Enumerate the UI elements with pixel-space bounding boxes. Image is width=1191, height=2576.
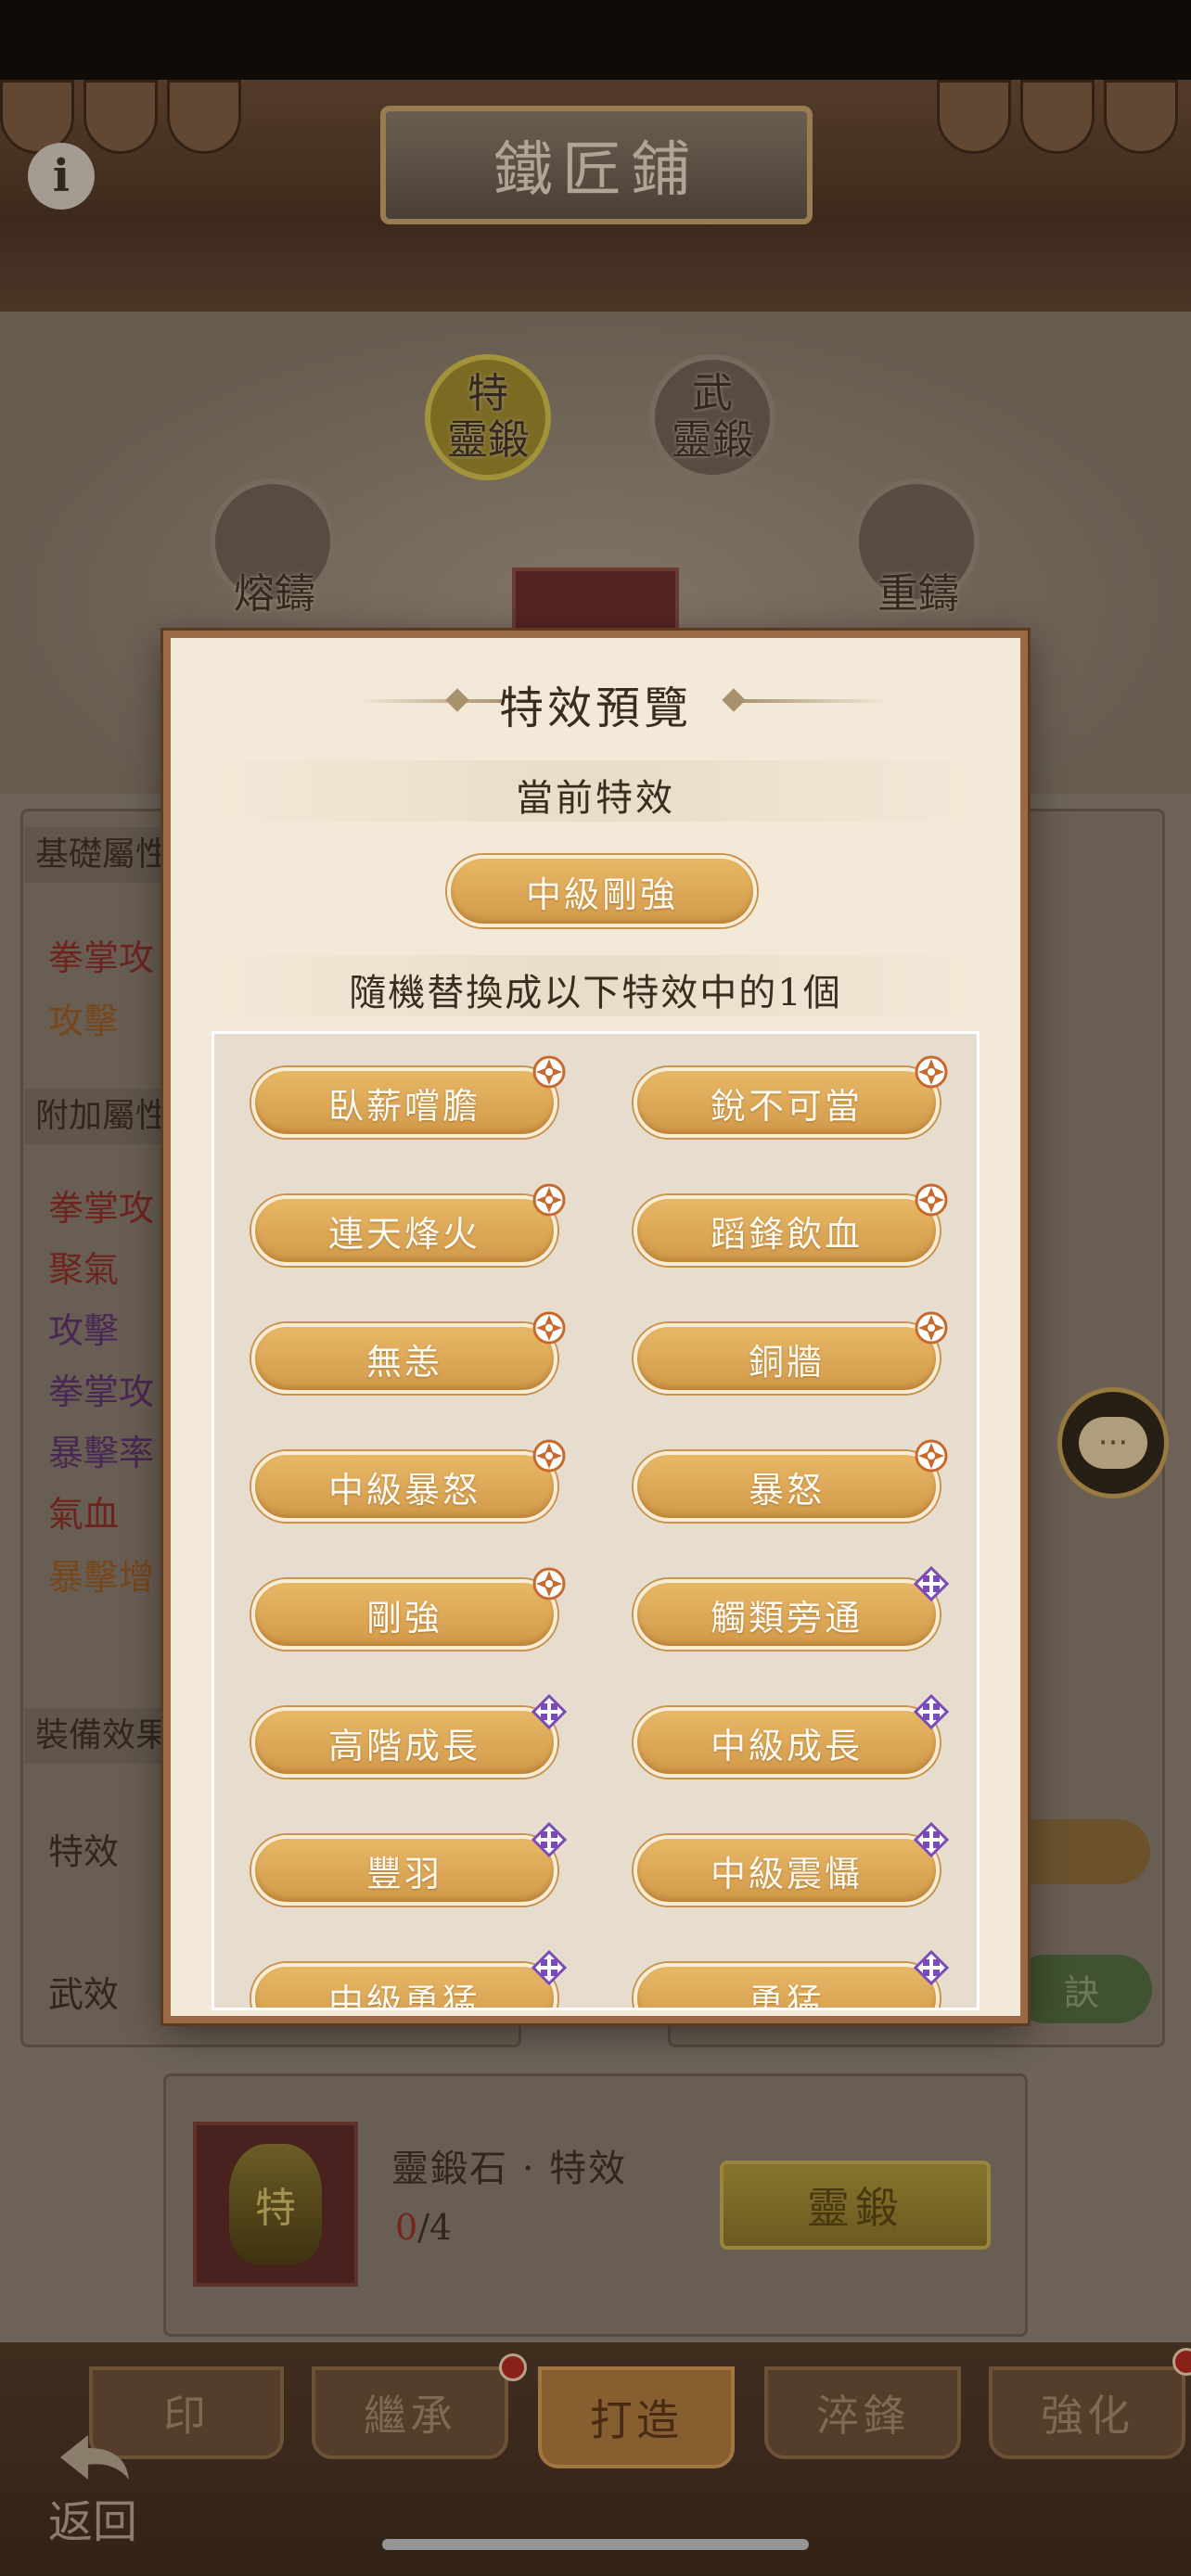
purple-rarity-icon <box>914 1950 949 1985</box>
effect-list-item[interactable]: 中級暴怒 <box>251 1439 566 1522</box>
effect-pill-label: 暴怒 <box>634 1451 940 1522</box>
orange-rarity-icon <box>532 1311 566 1345</box>
effect-list-item[interactable]: 連天烽火 <box>251 1183 566 1266</box>
purple-rarity-icon <box>914 1566 949 1601</box>
effect-pill-label: 銳不可當 <box>634 1067 940 1138</box>
orange-rarity-icon <box>915 1055 948 1089</box>
effect-pill-label: 勇猛 <box>634 1963 940 2008</box>
effect-pill-label: 銅牆 <box>634 1323 940 1394</box>
effect-pill-label: 高階成長 <box>251 1707 557 1778</box>
effect-list-item[interactable]: 中級震懾 <box>634 1822 949 1906</box>
effect-pill-label: 中級成長 <box>634 1707 940 1778</box>
title-ornament-right <box>738 699 887 703</box>
effect-list-item[interactable]: 觸類旁通 <box>634 1566 949 1650</box>
effect-pill-label: 臥薪嚐膽 <box>251 1067 557 1138</box>
purple-rarity-icon <box>531 1822 567 1857</box>
orange-rarity-icon <box>532 1183 566 1217</box>
effect-list-item[interactable]: 中級成長 <box>634 1694 949 1778</box>
orange-rarity-icon <box>915 1183 948 1217</box>
effect-list-item[interactable]: 銅牆 <box>634 1311 948 1394</box>
effect-pill-label: 中級勇猛 <box>251 1963 557 2008</box>
orange-rarity-icon <box>915 1439 948 1473</box>
effect-pill-label: 無恙 <box>251 1323 557 1394</box>
effect-pill-label: 蹈鋒飲血 <box>634 1195 940 1266</box>
effect-preview-dialog: 特效預覽 當前特效 中級剛強 隨機替換成以下特效中的1個 臥薪嚐膽 銳不可當連天烽… <box>163 631 1028 2023</box>
random-replace-heading: 隨機替換成以下特效中的1個 <box>349 972 842 1014</box>
effect-list-item[interactable]: 暴怒 <box>634 1439 948 1522</box>
purple-rarity-icon <box>914 1822 949 1857</box>
orange-rarity-icon <box>532 1055 566 1089</box>
orange-rarity-icon <box>915 1311 948 1345</box>
effect-pill-label: 中級暴怒 <box>251 1451 557 1522</box>
effect-pill-label: 中級震懾 <box>634 1835 940 1906</box>
effect-pill-label: 觸類旁通 <box>634 1579 940 1650</box>
purple-rarity-icon <box>531 1950 567 1985</box>
effect-list-item[interactable]: 剛強 <box>251 1567 566 1650</box>
effect-list-item[interactable]: 高階成長 <box>251 1694 567 1778</box>
orange-rarity-icon <box>532 1567 566 1600</box>
effect-list-item[interactable]: 中級勇猛 <box>251 1950 567 2008</box>
dialog-title: 特效預覽 <box>498 682 692 734</box>
effect-list-item[interactable]: 銳不可當 <box>634 1055 948 1138</box>
current-effect-heading: 當前特效 <box>516 777 675 820</box>
effect-list[interactable]: 臥薪嚐膽 銳不可當連天烽火 蹈鋒飲血無恙 銅牆中級暴怒 暴怒剛強 觸類旁通高階成長 中級成長… <box>211 1031 980 2010</box>
effect-pill-label: 連天烽火 <box>251 1195 557 1266</box>
purple-rarity-icon <box>531 1694 567 1729</box>
effect-pill-label: 剛強 <box>251 1579 557 1650</box>
purple-rarity-icon <box>914 1694 949 1729</box>
effect-list-item[interactable]: 臥薪嚐膽 <box>251 1055 566 1138</box>
effect-list-item[interactable]: 勇猛 <box>634 1950 949 2008</box>
orange-rarity-icon <box>532 1439 566 1473</box>
current-effect-pill: 中級剛強 <box>447 855 757 927</box>
effect-pill-label: 豐羽 <box>251 1835 557 1906</box>
effect-list-item[interactable]: 豐羽 <box>251 1822 567 1906</box>
effect-list-item[interactable]: 蹈鋒飲血 <box>634 1183 948 1266</box>
effect-list-item[interactable]: 無恙 <box>251 1311 566 1394</box>
